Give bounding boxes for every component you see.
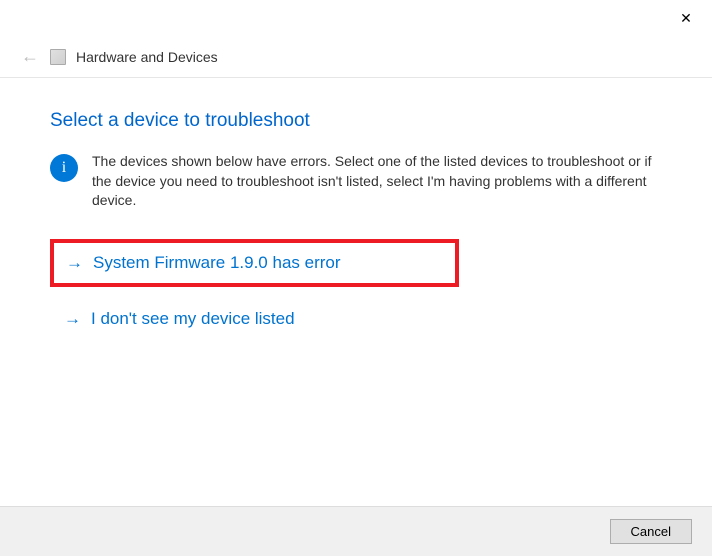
page-heading: Select a device to troubleshoot: [50, 110, 662, 132]
header-title: Hardware and Devices: [76, 49, 218, 65]
arrow-right-icon: →: [66, 253, 83, 273]
option-system-firmware[interactable]: → System Firmware 1.9.0 has error: [50, 239, 459, 287]
option-label: I don't see my device listed: [91, 309, 295, 329]
footer: Cancel: [0, 506, 712, 556]
back-arrow-icon: ←: [20, 46, 40, 67]
option-device-not-listed[interactable]: → I don't see my device listed: [50, 305, 662, 333]
option-label: System Firmware 1.9.0 has error: [93, 253, 341, 273]
cancel-button[interactable]: Cancel: [610, 519, 692, 544]
close-icon: ✕: [680, 10, 692, 27]
titlebar: ✕: [0, 0, 712, 36]
close-button[interactable]: ✕: [674, 6, 698, 30]
info-text: The devices shown below have errors. Sel…: [92, 152, 662, 211]
arrow-right-icon: →: [64, 309, 81, 329]
info-icon: i: [50, 154, 78, 182]
content-area: Select a device to troubleshoot i The de…: [0, 78, 712, 333]
header: ← Hardware and Devices: [0, 36, 712, 73]
app-icon: [50, 49, 66, 65]
info-row: i The devices shown below have errors. S…: [50, 152, 662, 211]
